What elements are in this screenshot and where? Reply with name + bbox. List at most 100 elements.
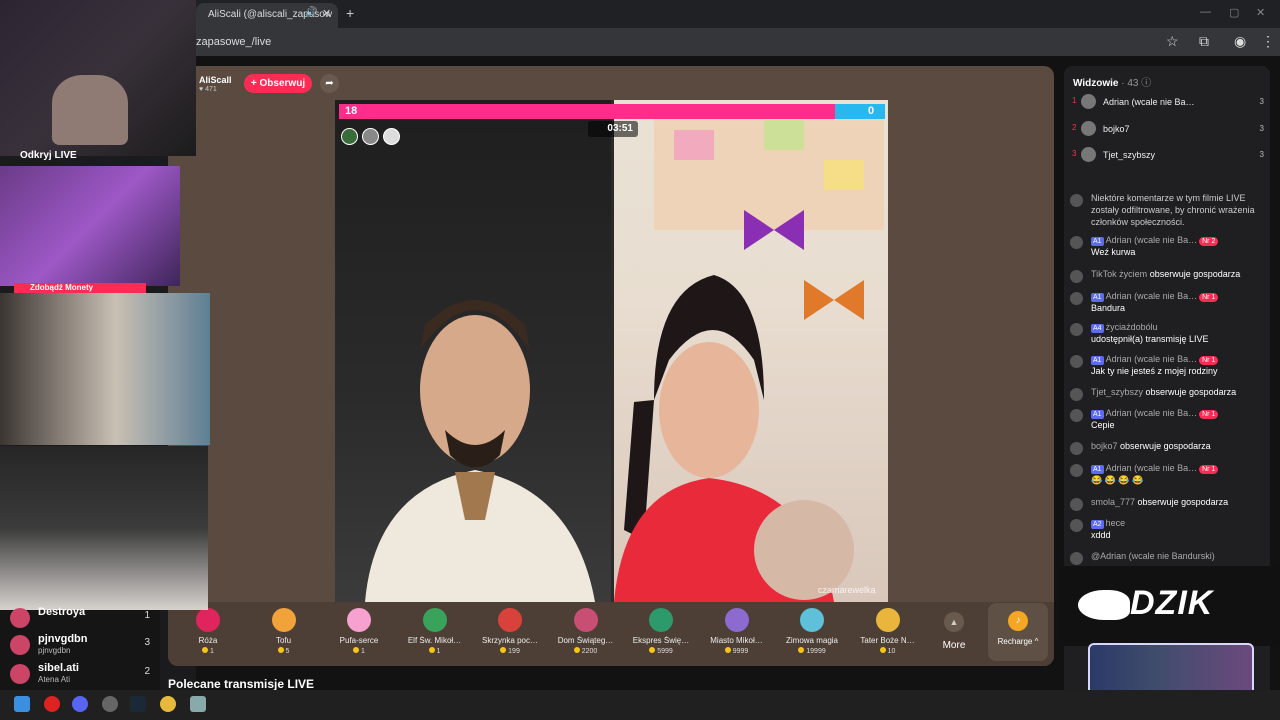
recommendation-sub: pjnvgdbn (38, 646, 71, 655)
app-icon[interactable] (102, 696, 118, 712)
get-coins-label[interactable]: Zdobądź Monety (14, 283, 146, 293)
coin-icon (879, 647, 886, 653)
gift-item[interactable]: Skrzynka poc… 199 (474, 608, 546, 655)
recommendation-row[interactable]: sibel.ati Atena Ati 2 (10, 662, 158, 686)
recommendation-count: 1 (144, 610, 150, 621)
chat-message[interactable]: A1 Adrian (wcale nie Ba… Nr 1 Jak ty nie je… (1070, 353, 1264, 377)
opera-icon[interactable] (44, 696, 60, 712)
level-badge: A1 (1091, 237, 1104, 246)
viewer-avatar (1081, 147, 1096, 162)
tab-audio-icon[interactable]: 🔊 (305, 7, 317, 18)
chat-user[interactable]: @Adrian (wcale nie Bandurski) (1091, 551, 1215, 561)
chat-message[interactable]: Niektóre komentarze w tym filmie LIVE zo… (1070, 192, 1264, 228)
gift-item[interactable]: Elf Św. Mikoł… 1 (399, 608, 471, 655)
share-icon[interactable]: ➦ (320, 74, 339, 93)
chat-user[interactable]: Adrian (wcale nie Ba… (1106, 291, 1198, 301)
maximize-icon[interactable]: ▢ (1229, 6, 1239, 19)
live-preview-3[interactable] (0, 446, 208, 610)
gift-price: 19999 (776, 647, 848, 655)
chat-message[interactable]: A1 Adrian (wcale nie Ba… Nr 1 Cepie (1070, 407, 1264, 431)
chat-user[interactable]: Adrian (wcale nie Ba… (1106, 235, 1198, 245)
chat-message[interactable]: TikTok życiem obserwuje gospodarza (1070, 268, 1264, 283)
coin-icon (428, 647, 435, 653)
gift-item[interactable]: Dom Świąteg… 2200 (550, 608, 622, 655)
chat-user[interactable]: Adrian (wcale nie Ba… (1106, 408, 1198, 418)
battle-progress-bar (339, 104, 885, 119)
chat-text: Bandura (1091, 303, 1126, 313)
top-viewer-row[interactable]: 1 Adrian (wcale nie Ba… 3 (1072, 94, 1264, 110)
recommendation-row[interactable]: pjnvgdbn pjnvgdbn 3 (10, 633, 158, 657)
gift-name: Zimowa magia (785, 636, 838, 645)
chat-user[interactable]: bojko7 (1091, 441, 1118, 451)
settings-icon[interactable] (190, 696, 206, 712)
chat-message[interactable]: Tjet_szybszy obserwuje gospodarza (1070, 386, 1264, 401)
recharge-button[interactable]: ♪ Recharge ^ (988, 603, 1048, 661)
chat-message[interactable]: A1 Adrian (wcale nie Ba… Nr 1 Bandura (1070, 290, 1264, 314)
tab-close-icon[interactable]: ✕ (322, 7, 331, 20)
chat-text: Weź kurwa (1091, 247, 1136, 257)
viewer-avatar (1081, 120, 1096, 136)
menu-icon[interactable]: ⋮ (1261, 33, 1275, 50)
top-viewer-row[interactable]: 2 bojko7 3 (1072, 120, 1264, 137)
chat-text: xddd (1091, 530, 1111, 540)
chat-message[interactable]: A4 życiażdobólu udostępnił(a) transmisję L… (1070, 321, 1264, 345)
profile-icon[interactable]: ◉ (1234, 33, 1246, 50)
chat-message[interactable]: @Adrian (wcale nie Bandurski) (1070, 550, 1264, 565)
chat-text: Jak ty nie jesteś z mojej rodziny (1091, 366, 1218, 376)
discord-icon[interactable] (72, 696, 88, 712)
gift-name: Ekspres Świę… (632, 636, 690, 645)
recommendation-name: pjnvgdbn (38, 633, 88, 645)
info-icon[interactable]: ⓘ (1141, 78, 1151, 89)
chat-message[interactable]: bojko7 obserwuje gospodarza (1070, 440, 1264, 455)
gift-name: Dom Świąteg… (557, 636, 614, 645)
chat-message[interactable]: smola_777 obserwuje gospodarza (1070, 496, 1264, 511)
minimize-icon[interactable]: — (1200, 6, 1211, 18)
chat-user[interactable]: życiażdobólu (1106, 322, 1158, 332)
bookmark-star-icon[interactable]: ☆ (1166, 33, 1179, 50)
new-tab-button[interactable]: + (346, 5, 354, 21)
gift-item[interactable]: Tater Boże N… 10 (852, 608, 924, 655)
live-preview-1[interactable] (0, 166, 180, 286)
gift-price: 2200 (550, 647, 622, 655)
discover-live-label[interactable]: Odkryj LIVE (20, 150, 77, 161)
url-field[interactable]: zapasowe_/live (196, 36, 271, 48)
chat-user[interactable]: hece (1106, 518, 1126, 528)
gift-item[interactable]: Ekspres Świę… 5999 (625, 608, 697, 655)
start-icon[interactable] (14, 696, 30, 712)
coin-icon (724, 647, 731, 653)
gift-item[interactable]: Tofu 5 (248, 608, 320, 655)
gift-item[interactable]: Miasto Mikoł… 9999 (701, 608, 773, 655)
chat-message[interactable]: A1 Adrian (wcale nie Ba… Nr 2 Weź kurwa (1070, 234, 1264, 258)
supporter-avatar[interactable] (383, 128, 400, 145)
viewer-rank: 3 (1072, 149, 1077, 158)
gift-icon (875, 608, 900, 632)
steam-icon[interactable] (130, 696, 146, 712)
coin-icon (353, 647, 360, 653)
battle-progress-opponent (835, 104, 885, 119)
chat-message[interactable]: A1 Adrian (wcale nie Ba… Nr 1 😂 😂 😂 😂 (1070, 462, 1264, 486)
supporter-avatar[interactable] (362, 128, 379, 145)
chat-user[interactable]: smola_777 (1091, 497, 1135, 507)
recommendation-row[interactable]: Destroya 1 (10, 606, 158, 630)
viewer-rank: 1 (1072, 96, 1077, 105)
chat-user[interactable]: TikTok życiem (1091, 269, 1147, 279)
extensions-icon[interactable]: ⧉ (1199, 33, 1209, 50)
gift-item[interactable]: Pufa-serce 1 (323, 608, 395, 655)
close-window-icon[interactable]: ✕ (1256, 6, 1265, 19)
score-right: 0 (868, 105, 875, 117)
level-badge: A2 (1091, 520, 1104, 529)
live-preview-2[interactable] (0, 293, 210, 445)
chat-user[interactable]: Tjet_szybszy (1091, 387, 1143, 397)
coin-icon (500, 647, 507, 653)
chrome-icon[interactable] (160, 696, 176, 712)
chat-message[interactable]: A2 hece xddd (1070, 517, 1264, 541)
follow-button[interactable]: + Obserwuj (244, 74, 312, 93)
supporter-avatar[interactable] (341, 128, 358, 145)
chat-user[interactable]: Adrian (wcale nie Ba… (1106, 354, 1198, 364)
gift-item[interactable]: Róża 1 (172, 608, 244, 655)
chat-user[interactable]: Adrian (wcale nie Ba… (1106, 463, 1198, 473)
top-viewer-row[interactable]: 3 Tjet_szybszy 3 (1072, 147, 1264, 163)
host-name[interactable]: AliScall (199, 75, 232, 85)
gift-item[interactable]: Zimowa magia 19999 (776, 608, 848, 655)
more-gifts-button[interactable]: ▲ More (936, 612, 972, 651)
